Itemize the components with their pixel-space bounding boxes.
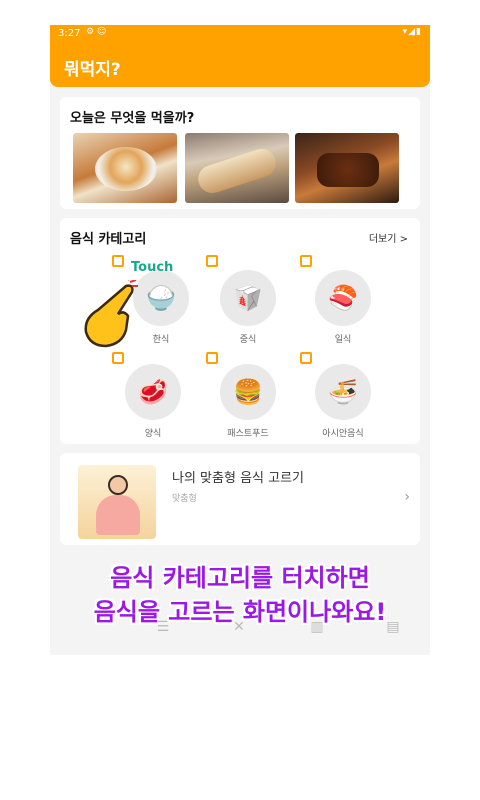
burger-fries-icon: 🍔 bbox=[233, 378, 263, 406]
category-label: 패스트푸드 bbox=[227, 429, 269, 439]
category-label: 양식 bbox=[144, 429, 162, 439]
custom-illustration bbox=[78, 465, 156, 539]
chevron-right-icon[interactable]: › bbox=[404, 489, 410, 505]
checkbox-korean[interactable] bbox=[112, 255, 124, 267]
category-label: 일식 bbox=[334, 335, 352, 345]
steak-photo[interactable] bbox=[295, 133, 399, 203]
app-bar: 3:27 ⚙ ☺ ▾◢▮ 뭐먹지? bbox=[50, 25, 430, 87]
sushi-icon: 🍣 bbox=[328, 284, 358, 312]
category-label: 아시안음식 bbox=[322, 429, 364, 439]
custom-subtitle: 맞춤형 bbox=[172, 494, 197, 504]
category-title: 음식 카테고리 bbox=[70, 232, 147, 247]
category-western[interactable]: 🥩 양식 bbox=[118, 350, 188, 440]
noodle-bowl-icon: 🍜 bbox=[328, 378, 358, 406]
rice-bowl-icon: 🍚 bbox=[146, 284, 176, 312]
steak-icon: 🥩 bbox=[138, 378, 168, 406]
overlay-caption-line2: 음식을 고르는 화면이나와요! bbox=[93, 598, 387, 626]
app-title: 뭐먹지? bbox=[64, 60, 121, 80]
today-card: 오늘은 무엇을 먹을까? bbox=[60, 97, 420, 209]
more-link[interactable]: 더보기 > bbox=[369, 230, 408, 245]
custom-title: 나의 맞춤형 음식 고르기 bbox=[172, 471, 304, 486]
status-right-icons: ▾◢▮ bbox=[402, 27, 422, 37]
today-title: 오늘은 무엇을 먹을까? bbox=[70, 111, 195, 126]
status-bar: 3:27 ⚙ ☺ ▾◢▮ bbox=[50, 25, 430, 43]
takeout-box-icon: 🥡 bbox=[233, 284, 263, 312]
wrap-photo[interactable] bbox=[185, 133, 289, 203]
overlay-caption-line1: 음식 카테고리를 터치하면 bbox=[110, 564, 370, 592]
status-left-icons: ⚙ ☺ bbox=[86, 27, 107, 37]
status-time: 3:27 bbox=[58, 28, 81, 39]
touch-label: Touch bbox=[131, 260, 174, 275]
category-label: 중식 bbox=[239, 335, 257, 345]
custom-pick-card[interactable]: 나의 맞춤형 음식 고르기 맞춤형 › bbox=[60, 453, 420, 545]
category-japanese[interactable]: 🍣 일식 bbox=[308, 256, 378, 346]
category-fastfood[interactable]: 🍔 패스트푸드 bbox=[213, 350, 283, 440]
noodle-photo[interactable] bbox=[73, 133, 177, 203]
category-asian[interactable]: 🍜 아시안음식 bbox=[308, 350, 378, 440]
category-chinese[interactable]: 🥡 중식 bbox=[213, 256, 283, 346]
pointing-hand-icon bbox=[84, 280, 138, 348]
